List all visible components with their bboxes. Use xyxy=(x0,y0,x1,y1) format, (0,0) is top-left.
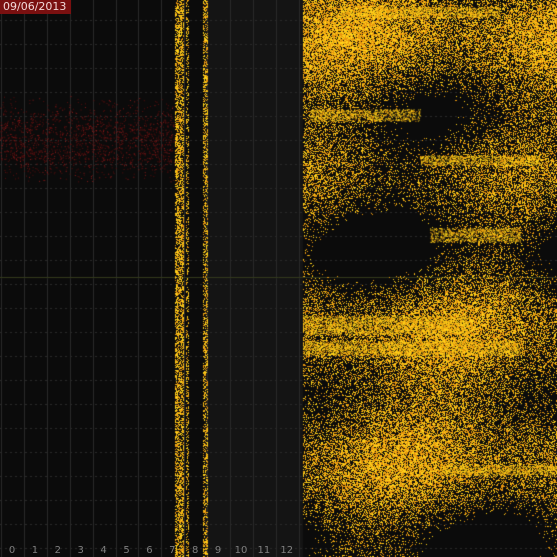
spectrogram-viewer: 09/06/2013 0 1 2 3 4 5 6 7 8 9 10 11 12 xyxy=(0,0,557,557)
date-badge: 09/06/2013 xyxy=(0,0,71,14)
spectrogram-plot[interactable] xyxy=(0,0,557,557)
